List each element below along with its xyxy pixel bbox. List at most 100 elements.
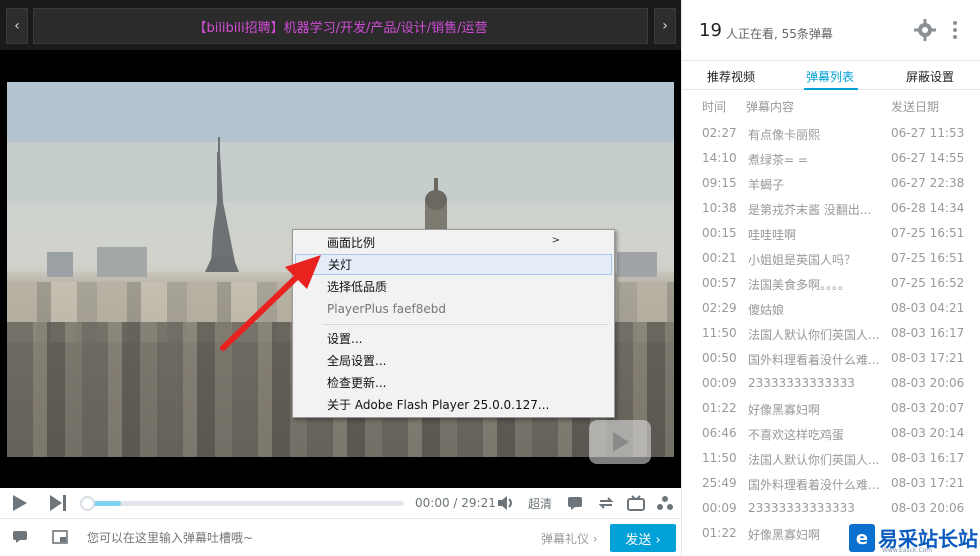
volume-button[interactable] xyxy=(496,493,516,513)
quality-selector[interactable]: 超清 xyxy=(528,495,552,512)
cell-time: 25:49 xyxy=(702,476,737,490)
cell-content: 国外料理看着没什么难... xyxy=(748,353,880,367)
menu-item-low-quality[interactable]: 选择低品质 xyxy=(295,276,612,297)
play-button[interactable] xyxy=(9,493,29,513)
progress-handle[interactable] xyxy=(80,496,95,511)
cell-time: 09:15 xyxy=(702,176,737,190)
red-arrow-annotation xyxy=(220,255,321,351)
fullscreen-icon xyxy=(657,496,673,510)
menu-item-aspect-ratio[interactable]: 画面比例 > xyxy=(295,232,612,253)
cell-time: 01:22 xyxy=(702,526,737,540)
cell-content: 小姐姐是英国人吗？ xyxy=(748,253,857,267)
cell-content: 法国人默认你们英国人... xyxy=(748,453,880,467)
cell-date: 08-03 16:17 xyxy=(891,326,965,340)
table-row[interactable]: 06:46 不喜欢这样吃鸡蛋 08-03 20:14 xyxy=(682,421,980,446)
menu-item-label: 关于 Adobe Flash Player 25.0.0.127... xyxy=(327,398,550,412)
table-row[interactable]: 11:50 法国人默认你们英国人... 08-03 16:17 xyxy=(682,446,980,471)
cell-date: 08-03 20:07 xyxy=(891,401,965,415)
cell-date: 08-03 20:06 xyxy=(891,501,965,515)
cell-date: 08-03 16:17 xyxy=(891,451,965,465)
watermark-subtext: Www.Easck.Com xyxy=(882,547,933,554)
tv-mode-button[interactable] xyxy=(626,493,646,513)
menu-item-label: PlayerPlus faef8ebd xyxy=(327,301,447,316)
cell-date: 06-27 11:53 xyxy=(891,126,965,140)
more-options-button[interactable] xyxy=(952,19,962,41)
menu-item-playerplus-version: PlayerPlus faef8ebd xyxy=(295,298,612,319)
progress-bar[interactable] xyxy=(82,501,404,506)
cell-date: 08-03 20:14 xyxy=(891,426,965,440)
column-header-time[interactable]: 时间 xyxy=(702,98,726,115)
menu-item-global-settings[interactable]: 全局设置... xyxy=(295,350,612,371)
cell-content: 好像黑寡妇啊 xyxy=(748,403,821,417)
cell-date: 06-27 22:38 xyxy=(891,176,965,190)
danmaku-style-button[interactable] xyxy=(11,529,29,545)
table-row[interactable]: 00:09 23333333333333 08-03 20:06 xyxy=(682,371,980,396)
table-row[interactable]: 25:49 国外料理看着没什么难... 08-03 17:21 xyxy=(682,471,980,496)
cell-content: 23333333333333 xyxy=(748,376,855,390)
danmaku-input[interactable] xyxy=(87,524,599,552)
cell-content: 有点像卡丽熙 xyxy=(748,128,821,142)
menu-item-about-flash[interactable]: 关于 Adobe Flash Player 25.0.0.127... xyxy=(295,394,612,415)
next-button[interactable] xyxy=(48,493,68,513)
danmaku-input-bar: 弹幕礼仪 › 发送 › xyxy=(0,518,681,556)
table-row[interactable]: 09:15 羊蝎子 06-27 22:38 xyxy=(682,171,980,196)
menu-item-check-updates[interactable]: 检查更新... xyxy=(295,372,612,393)
table-row[interactable]: 00:09 23333333333333 08-03 20:06 xyxy=(682,496,980,521)
tab-recommended[interactable]: 推荐视频 xyxy=(707,68,755,85)
cell-date: 07-25 16:52 xyxy=(891,276,965,290)
table-row[interactable]: 02:27 有点像卡丽熙 06-27 11:53 xyxy=(682,121,980,146)
table-row[interactable]: 02:29 傻姑娘 08-03 04:21 xyxy=(682,296,980,321)
cell-time: 11:50 xyxy=(702,451,737,465)
menu-item-settings[interactable]: 设置... xyxy=(295,328,612,349)
mini-player-button[interactable] xyxy=(51,529,69,545)
menu-separator xyxy=(323,324,608,325)
cell-content: 羊蝎子 xyxy=(748,178,785,192)
cell-date: 08-03 17:21 xyxy=(891,476,965,490)
control-bar: 00:00 / 29:21 超清 xyxy=(0,488,681,518)
fullscreen-button[interactable] xyxy=(655,493,675,513)
cell-date: 07-25 16:51 xyxy=(891,226,965,240)
next-banner-button[interactable]: › xyxy=(654,8,676,44)
settings-button[interactable] xyxy=(914,19,936,41)
prev-banner-button[interactable]: ‹ xyxy=(6,8,28,44)
table-row[interactable]: 00:15 哇哇哇啊 07-25 16:51 xyxy=(682,221,980,246)
promo-banner[interactable]: 【bilibili招聘】机器学习/开发/产品/设计/销售/运营 xyxy=(33,8,648,44)
table-row[interactable]: 00:21 小姐姐是英国人吗？ 07-25 16:51 xyxy=(682,246,980,271)
cell-content: 法国美食多啊。。。。 xyxy=(748,278,851,292)
menu-item-label: 选择低品质 xyxy=(327,280,388,294)
menu-item-label: 全局设置... xyxy=(327,354,387,368)
cell-time: 00:09 xyxy=(702,376,737,390)
active-tab-indicator xyxy=(804,88,858,90)
send-danmaku-button[interactable]: 发送 › xyxy=(610,524,676,552)
cell-time: 00:57 xyxy=(702,276,737,290)
volume-icon xyxy=(498,496,512,510)
table-row[interactable]: 01:22 好像黑寡妇啊 08-03 20:07 xyxy=(682,396,980,421)
table-row[interactable]: 14:10 煮绿茶= = 06-27 14:55 xyxy=(682,146,980,171)
cell-time: 00:21 xyxy=(702,251,737,265)
menu-item-lights-off[interactable]: 关灯 xyxy=(295,254,612,275)
column-header-content[interactable]: 弹幕内容 xyxy=(746,98,794,115)
viewer-count: 19 xyxy=(699,20,722,41)
danmaku-toggle-button[interactable] xyxy=(565,493,585,513)
cell-content: 国外料理看着没什么难... xyxy=(748,478,880,492)
panel-tabs: 推荐视频 弹幕列表 屏蔽设置 xyxy=(682,60,980,90)
player-topbar: ‹ 【bilibili招聘】机器学习/开发/产品/设计/销售/运营 › xyxy=(0,0,681,50)
loop-button[interactable] xyxy=(596,493,616,513)
play-overlay-button[interactable] xyxy=(589,420,651,464)
cell-time: 00:15 xyxy=(702,226,737,240)
comment-icon xyxy=(568,497,582,510)
danmaku-etiquette-link[interactable]: 弹幕礼仪 › xyxy=(541,530,598,547)
cell-content: 煮绿茶= = xyxy=(748,153,808,167)
table-row[interactable]: 10:38 是第戎芥末酱 没翻出... 06-28 14:34 xyxy=(682,196,980,221)
tab-block-settings[interactable]: 屏蔽设置 xyxy=(906,68,954,85)
table-row[interactable]: 00:50 国外料理看着没什么难... 08-03 17:21 xyxy=(682,346,980,371)
play-icon xyxy=(613,432,629,452)
tab-danmaku-list[interactable]: 弹幕列表 xyxy=(806,68,854,85)
column-header-date[interactable]: 发送日期 xyxy=(891,98,939,115)
time-display: 00:00 / 29:21 xyxy=(415,496,496,510)
table-row[interactable]: 11:50 法国人默认你们英国人... 08-03 16:17 xyxy=(682,321,980,346)
play-icon xyxy=(13,495,27,511)
cell-time: 10:38 xyxy=(702,201,737,215)
table-row[interactable]: 00:57 法国美食多啊。。。。 07-25 16:52 xyxy=(682,271,980,296)
flash-context-menu: 画面比例 > 关灯 选择低品质 PlayerPlus faef8ebd 设置..… xyxy=(292,229,615,418)
